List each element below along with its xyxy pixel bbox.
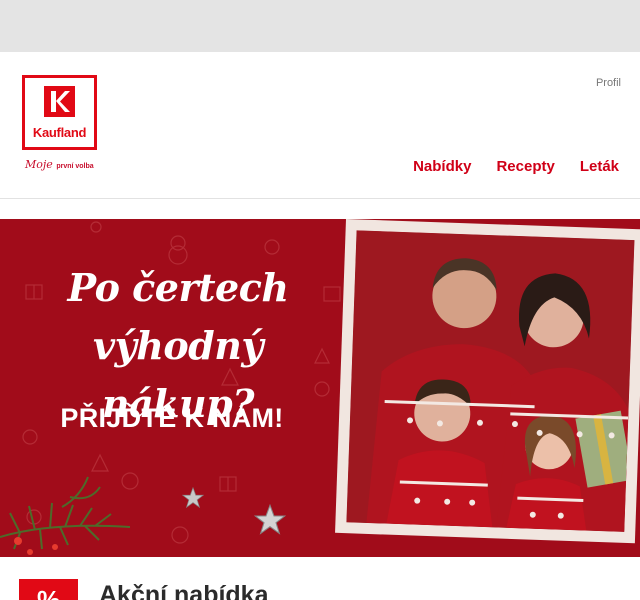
star-decoration-icon [182,487,204,509]
family-photo [335,219,640,544]
headline-line-1: Po čertech [67,265,289,310]
family-illustration [346,230,635,532]
slogan-main: Moje [25,158,53,171]
profile-link[interactable]: Profil [596,77,621,89]
browser-top-bar [0,0,640,52]
fir-branch-decoration [0,476,131,555]
offers-section: % Akční nabídka [0,557,640,600]
logo-wordmark: Kaufland [32,125,87,140]
percent-badge: % [19,579,78,600]
nav-nabidky[interactable]: Nabídky [413,158,471,175]
slogan: Moje první volba [25,158,94,171]
nav-recepty[interactable]: Recepty [496,158,554,175]
main-nav: Nabídky Recepty Leták [413,158,619,175]
banner-subhead: PŘIJĎTE K NÁM! [60,403,284,433]
promo-banner[interactable]: Po čertech výhodný nákup? PŘIJĎTE K NÁM! [0,219,640,557]
kaufland-logo[interactable]: Kaufland [22,75,97,150]
section-title: Akční nabídka [99,581,269,600]
star-decoration-icon [254,504,286,535]
nav-letak[interactable]: Leták [580,158,619,175]
kaufland-k-icon [44,86,75,117]
slogan-small: první volba [56,163,94,170]
site-header: Kaufland Moje první volba Profil Nabídky… [0,52,640,199]
family-photo-image [346,230,635,532]
